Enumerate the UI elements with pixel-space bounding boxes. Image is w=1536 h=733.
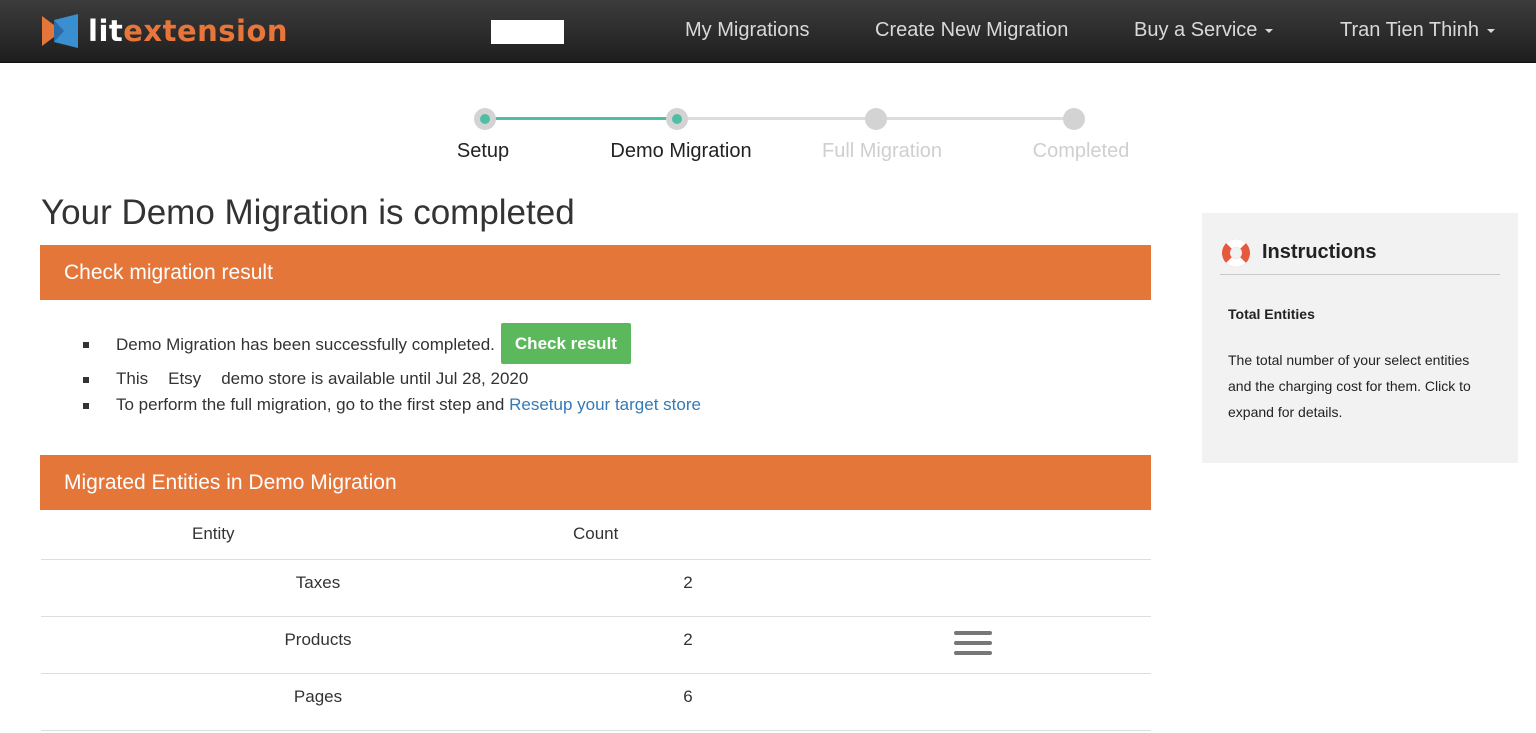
redacted-box bbox=[491, 20, 564, 44]
caret-down-icon bbox=[1265, 28, 1274, 33]
litextension-logo[interactable]: litextension bbox=[40, 12, 288, 50]
table-row: Taxes 2 bbox=[41, 560, 1151, 617]
full-migration-hint: To perform the full migration, go to the… bbox=[116, 395, 505, 414]
step-dot-setup bbox=[474, 108, 496, 130]
table-header-row: Entity Count bbox=[41, 509, 1151, 560]
instructions-text[interactable]: The total number of your select entities… bbox=[1228, 347, 1496, 425]
table-row: Pages 6 bbox=[41, 674, 1151, 731]
step-label-full-migration: Full Migration bbox=[821, 140, 943, 162]
entity-count: 2 bbox=[683, 630, 693, 649]
entity-name: Taxes bbox=[295, 573, 341, 592]
check-migration-result-header: Check migration result bbox=[40, 245, 1151, 300]
step-label-completed: Completed bbox=[1032, 140, 1130, 162]
step-label-setup: Setup bbox=[456, 140, 510, 162]
nav-my-migrations[interactable]: My Migrations bbox=[685, 19, 809, 42]
entity-name: Pages bbox=[293, 687, 343, 706]
instructions-header: Instructions bbox=[1220, 231, 1500, 275]
instructions-subtitle: Total Entities bbox=[1228, 306, 1315, 322]
availability-suffix: demo store is available until Jul 28, 20… bbox=[221, 369, 529, 388]
step-dot-completed bbox=[1063, 108, 1085, 130]
litextension-logo-icon bbox=[42, 14, 78, 48]
list-item: To perform the full migration, go to the… bbox=[82, 392, 1142, 418]
nav-buy-a-service-label: Buy a Service bbox=[1134, 19, 1258, 41]
instructions-sidebar: Instructions Total Entities The total nu… bbox=[1202, 213, 1518, 463]
stepper-line-complete bbox=[485, 117, 677, 120]
migrated-entities-header: Migrated Entities in Demo Migration bbox=[40, 455, 1151, 510]
availability-prefix: This bbox=[116, 369, 149, 388]
caret-down-icon bbox=[1486, 28, 1495, 33]
step-dot-full-migration bbox=[865, 108, 887, 130]
logo-text-extension: extension bbox=[123, 14, 289, 48]
nav-user-menu[interactable]: Tran Tien Thinh bbox=[1340, 19, 1495, 42]
entity-count: 6 bbox=[683, 687, 693, 706]
step-dot-demo-migration bbox=[666, 108, 688, 130]
column-header-count: Count bbox=[573, 524, 619, 543]
entity-count: 2 bbox=[683, 573, 693, 592]
step-label-demo-migration: Demo Migration bbox=[610, 140, 752, 162]
user-name-label: Tran Tien Thinh bbox=[1340, 19, 1479, 41]
resetup-target-store-link[interactable]: Resetup your target store bbox=[509, 395, 701, 414]
column-header-entity: Entity bbox=[192, 524, 235, 543]
list-item: This Etsy demo store is available until Ju… bbox=[82, 366, 1142, 392]
result-bullet-list: Demo Migration has been successfully com… bbox=[82, 323, 1142, 418]
top-navbar: litextension My Migrations Create New Mi… bbox=[0, 0, 1536, 63]
table-row: Products 2 bbox=[41, 617, 1151, 674]
nav-create-new-migration[interactable]: Create New Migration bbox=[875, 19, 1068, 42]
logo-text-lit: lit bbox=[88, 14, 124, 48]
platform-name: Etsy bbox=[168, 369, 202, 388]
lifebuoy-icon bbox=[1222, 238, 1250, 267]
nav-buy-a-service[interactable]: Buy a Service bbox=[1134, 19, 1274, 42]
entities-table: Entity Count Taxes 2 Products 2 Pages 6 bbox=[41, 509, 1151, 731]
success-message: Demo Migration has been successfully com… bbox=[116, 335, 495, 354]
hamburger-menu-icon[interactable] bbox=[954, 631, 992, 659]
check-result-button[interactable]: Check result bbox=[500, 323, 631, 364]
list-item: Demo Migration has been successfully com… bbox=[82, 323, 1142, 366]
instructions-title: Instructions bbox=[1262, 241, 1377, 263]
entity-name: Products bbox=[284, 630, 352, 649]
page-title: Your Demo Migration is completed bbox=[41, 193, 575, 232]
